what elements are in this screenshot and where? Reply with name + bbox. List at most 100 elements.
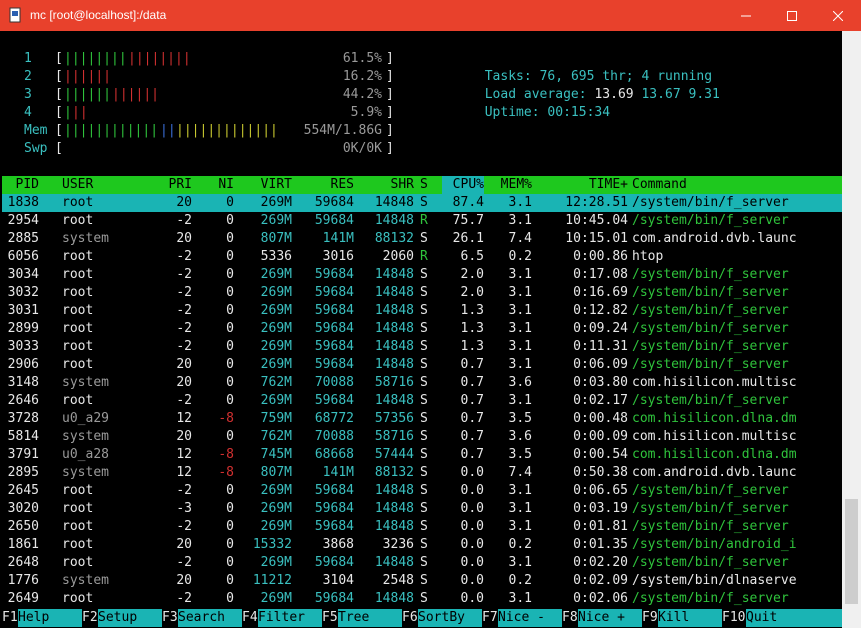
cell-virt: 269M [260, 393, 292, 408]
terminal-area[interactable]: 1[|||||||| |||||||| 61.5%] 2[|||||| 16.2%] 3[… [2, 31, 842, 628]
cell-state: R [420, 249, 428, 264]
cell-mem: 0.2 [508, 573, 532, 588]
title-bar[interactable]: mc [root@localhost]:/data [0, 0, 861, 31]
table-row[interactable]: 2954 root -2 0 269M 59684 14848 R 75.7 3.1 10:45.0… [2, 212, 842, 230]
cell-pid: 3020 [7, 501, 39, 516]
fkey-sortby-button[interactable]: SortBy [418, 609, 482, 627]
cell-res: 3104 [322, 573, 354, 588]
column-user[interactable]: USER [62, 176, 132, 194]
table-row[interactable]: 3032 root -2 0 269M 59684 14848 S 2.0 3.1 0:16.69 /… [2, 284, 842, 302]
cell-command: /system/bin/f_server [632, 483, 789, 498]
cell-time: 0:50.38 [573, 465, 628, 480]
column-pid[interactable]: PID [5, 176, 39, 194]
table-row[interactable]: 3728 u0_a29 12 -8 759M 68772 57356 S 0.7 3.5 0:00.… [2, 410, 842, 428]
cell-cpu: 0.0 [460, 555, 484, 570]
cell-ni: 0 [226, 429, 234, 444]
table-row[interactable]: 2650 root -2 0 269M 59684 14848 S 0.0 3.1 0:01.81 /… [2, 518, 842, 536]
column-virt[interactable]: VIRT [242, 176, 292, 194]
cell-state: S [420, 465, 428, 480]
scrollbar[interactable] [842, 31, 861, 628]
meter-bar: || [160, 123, 176, 138]
meter-bar: |||||||| [64, 51, 127, 66]
cell-virt: 269M [260, 483, 292, 498]
table-row[interactable]: 2895 system 12 -8 807M 141M 88132 S 0.0 7.4 0:50.3… [2, 464, 842, 482]
table-row[interactable]: 3031 root -2 0 269M 59684 14848 S 1.3 3.1 0:12.82 /… [2, 302, 842, 320]
table-row[interactable]: 2645 root -2 0 269M 59684 14848 S 0.0 3.1 0:06.65 /… [2, 482, 842, 500]
column-header[interactable]: PID USER PRI NI VIRT RES SHR S CPU% MEM% TIME+ Comm… [2, 176, 842, 194]
cell-time: 0:03.19 [573, 501, 628, 516]
fkey-f7-key: F7 [482, 610, 498, 625]
cpu-meter: 3[|||||| |||||| 44.2%] [2, 86, 402, 104]
fkey-nice-button[interactable]: Nice + [578, 609, 642, 627]
table-row[interactable]: 6056 root -2 0 5336 3016 2060 R 6.5 0.2 0:00.86 hto… [2, 248, 842, 266]
column-ni[interactable]: NI [202, 176, 234, 194]
minimize-button[interactable] [723, 0, 769, 31]
table-row[interactable]: 2885 system 20 0 807M 141M 88132 S 26.1 7.4 10:15.… [2, 230, 842, 248]
meter-bracket-open: [ [55, 87, 63, 102]
cell-state: S [420, 555, 428, 570]
cell-user: root [62, 321, 94, 336]
table-row[interactable]: 3034 root -2 0 269M 59684 14848 S 2.0 3.1 0:17.08 /… [2, 266, 842, 284]
cell-pri: -2 [176, 213, 192, 228]
cell-virt: 269M [260, 267, 292, 282]
cell-res: 59684 [314, 267, 354, 282]
fkey-filter-button[interactable]: Filter [258, 609, 322, 627]
table-row[interactable]: 5814 system 20 0 762M 70088 58716 S 0.7 3.6 0:00.0… [2, 428, 842, 446]
cell-state: S [420, 573, 428, 588]
meter-bracket-close: ] [386, 51, 394, 66]
column-mem[interactable]: MEM% [492, 176, 532, 194]
fkey-kill-button[interactable]: Kill [658, 609, 722, 627]
column-time[interactable]: TIME+ [542, 176, 628, 194]
selected-row[interactable]: 1838 root 20 0 269M 59684 14848 S 87.4 3.1 12:28.5… [2, 194, 842, 212]
cell-pid: 2649 [7, 591, 39, 606]
cell-virt: 269M [260, 555, 292, 570]
fkey-search-button[interactable]: Search [178, 609, 242, 627]
table-row[interactable]: 1861 root 20 0 15332 3868 3236 S 0.0 0.2 0:01.35/s… [2, 536, 842, 554]
fkey-nice-button[interactable]: Nice - [498, 609, 562, 627]
cell-command: /system/bin/android_i [632, 537, 797, 552]
close-button[interactable] [815, 0, 861, 31]
fkey-tree-button[interactable]: Tree [338, 609, 402, 627]
fkey-help-button[interactable]: Help [18, 609, 82, 627]
table-row[interactable]: 2646 root -2 0 269M 59684 14848 S 0.7 3.1 0:02.17 /… [2, 392, 842, 410]
cell-command: /system/bin/f_server [632, 267, 789, 282]
table-row[interactable]: 3033 root -2 0 269M 59684 14848 S 1.3 3.1 0:11.31 /… [2, 338, 842, 356]
table-row[interactable]: 2649 root -2 0 269M 59684 14848 S 0.0 3.1 0:02.06 /… [2, 590, 842, 608]
meter-label: Swp [24, 141, 48, 156]
cell-ni: 0 [226, 483, 234, 498]
table-row[interactable]: 2899 root -2 0 269M 59684 14848 S 1.3 3.1 0:09.24 /… [2, 320, 842, 338]
cell-state: S [420, 411, 428, 426]
cell-state: S [420, 501, 428, 516]
column-state[interactable]: S [420, 176, 432, 194]
cell-user: root [62, 483, 94, 498]
table-row[interactable]: 1776 system 20 0 11212 3104 2548 S 0.0 0.2 0:02.09… [2, 572, 842, 590]
column-res[interactable]: RES [302, 176, 354, 194]
cell-cpu: 87.4 [452, 195, 484, 210]
cell-shr: 14848 [374, 267, 414, 282]
cell-pri: 20 [176, 429, 192, 444]
table-row[interactable]: 3791 u0_a28 12 -8 745M 68668 57444 S 0.7 3.5 0:00.… [2, 446, 842, 464]
fkey-f8-key: F8 [562, 610, 578, 625]
cell-time: 0:02.17 [573, 393, 628, 408]
cell-command: /system/bin/f_server [632, 321, 789, 336]
column-command[interactable]: Command [632, 176, 842, 194]
cell-virt: 5336 [260, 249, 292, 264]
table-row[interactable]: 3148 system 20 0 762M 70088 58716 S 0.7 3.6 0:03.8… [2, 374, 842, 392]
fkey-quit-button[interactable]: Quit [746, 609, 842, 627]
cell-state: S [420, 303, 428, 318]
maximize-button[interactable] [769, 0, 815, 31]
cell-virt: 269M [260, 519, 292, 534]
maximize-icon [787, 10, 797, 21]
table-row[interactable]: 3020 root -3 0 269M 59684 14848 S 0.0 3.1 0:03.19 /… [2, 500, 842, 518]
column-pri[interactable]: PRI [152, 176, 192, 194]
column-cpu[interactable]: CPU% [442, 176, 484, 194]
column-shr[interactable]: SHR [362, 176, 414, 194]
cell-cpu: 75.7 [452, 213, 484, 228]
table-row[interactable]: 2906 root 20 0 269M 59684 14848 S 0.7 3.1 0:06.09 /… [2, 356, 842, 374]
cell-state: S [420, 267, 428, 282]
scrollbar-thumb[interactable] [845, 499, 858, 604]
cell-res: 141M [322, 465, 354, 480]
fkey-setup-button[interactable]: Setup [98, 609, 162, 627]
table-row[interactable]: 2648 root -2 0 269M 59684 14848 S 0.0 3.1 0:02.20 /… [2, 554, 842, 572]
cell-ni: -8 [218, 465, 234, 480]
